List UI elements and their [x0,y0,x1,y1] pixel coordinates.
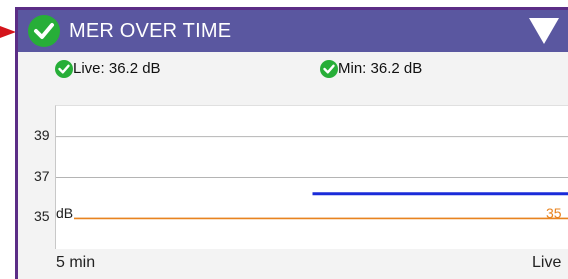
y-tick-label: 39 [34,126,50,143]
pointer-arrow-icon [0,26,16,38]
mer-chart [56,136,568,220]
widget-header[interactable]: MER OVER TIME [18,10,568,52]
y-tick-label: 35 [34,208,50,225]
min-stat-label: Min: 36.2 dB [338,60,423,77]
check-circle-icon [55,60,73,78]
check-circle-icon [320,60,338,78]
threshold-value-label: 35 [546,205,562,221]
x-axis-start-label: 5 min [56,254,96,271]
collapse-button[interactable] [527,16,561,46]
live-stat-label: Live: 36.2 dB [73,60,161,77]
x-axis-end-label: Live [532,254,562,271]
y-tick-label: 37 [34,167,50,184]
triangle-down-icon [529,18,559,44]
check-circle-icon [28,15,60,47]
widget-title: MER OVER TIME [69,20,232,42]
chart-plot-area [55,105,568,249]
y-axis-unit: dB [56,205,75,221]
